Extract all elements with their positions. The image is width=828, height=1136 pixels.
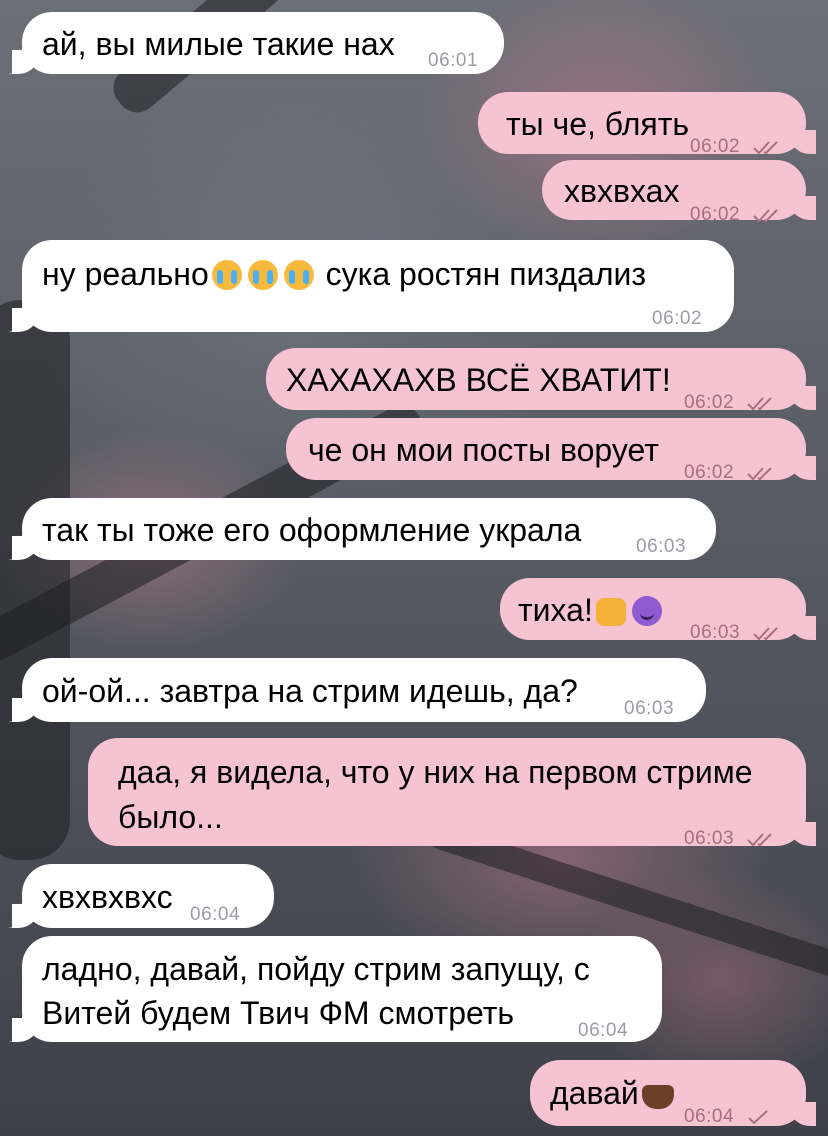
double-check-icon [747, 397, 772, 410]
message-text-line1: ладно, давай, пойду стрим запущу, с [42, 951, 590, 987]
double-check-icon [747, 467, 772, 480]
loudly-crying-face-emoji [211, 260, 242, 290]
double-check-icon [753, 627, 778, 640]
loudly-crying-face-emoji [247, 260, 278, 290]
message-time: 06:03 [636, 536, 687, 557]
message-meta: 06:02 [684, 448, 777, 492]
message-outgoing[interactable]: даа, я видела, что у них на первом стрим… [88, 738, 816, 849]
message-time: 06:02 [684, 392, 735, 413]
double-check-icon [747, 833, 772, 846]
message-time: 06:04 [684, 1106, 735, 1127]
message-text: хвхвхвхс [42, 879, 173, 915]
single-check-icon [748, 1110, 768, 1124]
message-incoming[interactable]: ну реально сука ростян пиздализ 06:02 [12, 240, 734, 332]
message-outgoing[interactable]: тиха! 06:03 [500, 578, 816, 643]
message-incoming[interactable]: так ты тоже его оформление украла 06:03 [12, 498, 716, 560]
message-time: 06:02 [690, 204, 741, 225]
message-outgoing[interactable]: че он мои посты ворует 06:02 [286, 418, 816, 483]
message-outgoing[interactable]: ты че, блять 06:02 [478, 92, 816, 157]
message-list[interactable]: ай, вы милые такие нах 06:01 ты че, блят… [0, 0, 828, 1136]
heart-hands-emoji [641, 1085, 674, 1109]
message-meta: 06:03 [690, 608, 783, 652]
oncoming-fist-emoji [595, 598, 626, 626]
message-incoming[interactable]: ой-ой... завтра на стрим идешь, да? 06:0… [12, 658, 706, 722]
message-time: 06:04 [190, 904, 241, 925]
message-text-part: давай [550, 1075, 639, 1111]
message-text-line2: Витей будем Твич ФМ смотреть [42, 995, 515, 1031]
message-meta: 06:03 [684, 814, 777, 858]
message-outgoing[interactable]: ХАХАХАХВ ВСЁ ХВАТИТ! 06:02 [266, 348, 816, 413]
message-text: так ты тоже его оформление украла [42, 512, 582, 548]
message-text: че он мои посты ворует [308, 432, 659, 468]
message-incoming[interactable]: ладно, давай, пойду стрим запущу, с Вите… [12, 936, 662, 1042]
message-incoming[interactable]: ай, вы милые такие нах 06:01 [12, 12, 504, 74]
message-incoming[interactable]: хвхвхвхс 06:04 [12, 864, 274, 928]
message-text: давай [550, 1074, 677, 1112]
message-text: тиха! [518, 591, 665, 629]
message-text-part: ну реально [42, 256, 209, 292]
message-outgoing[interactable]: давай 06:04 [530, 1060, 816, 1127]
message-outgoing[interactable]: хвхвхах 06:02 [542, 160, 816, 225]
message-text-part: тиха! [518, 592, 593, 628]
message-time: 06:03 [624, 698, 675, 719]
message-text: ой-ой... завтра на стрим идешь, да? [42, 673, 578, 709]
message-time: 06:03 [690, 622, 741, 643]
loudly-crying-face-emoji [283, 260, 314, 290]
message-time: 06:02 [684, 462, 735, 483]
smiling-imp-emoji [631, 596, 662, 626]
message-text: ай, вы милые такие нах [42, 26, 395, 62]
message-text: ну реально сука ростян пиздализ [42, 255, 646, 293]
double-check-icon [753, 141, 778, 154]
message-meta: 06:02 [684, 378, 777, 422]
message-time: 06:04 [578, 1020, 629, 1041]
message-text-line2: было... [118, 799, 223, 835]
message-time: 06:03 [684, 828, 735, 849]
double-check-icon [753, 209, 778, 222]
message-time: 06:02 [690, 136, 741, 157]
message-text: ты че, блять [506, 106, 690, 142]
message-meta: 06:04 [684, 1092, 771, 1136]
message-text: ХАХАХАХВ ВСЁ ХВАТИТ! [286, 362, 671, 398]
message-text-part: сука ростян пиздализ [325, 256, 647, 292]
message-text: хвхвхах [564, 173, 680, 209]
message-time: 06:01 [428, 50, 479, 71]
message-meta: 06:02 [690, 190, 783, 234]
message-text-line1: даа, я видела, что у них на первом стрим… [118, 754, 753, 790]
message-time: 06:02 [652, 308, 703, 329]
